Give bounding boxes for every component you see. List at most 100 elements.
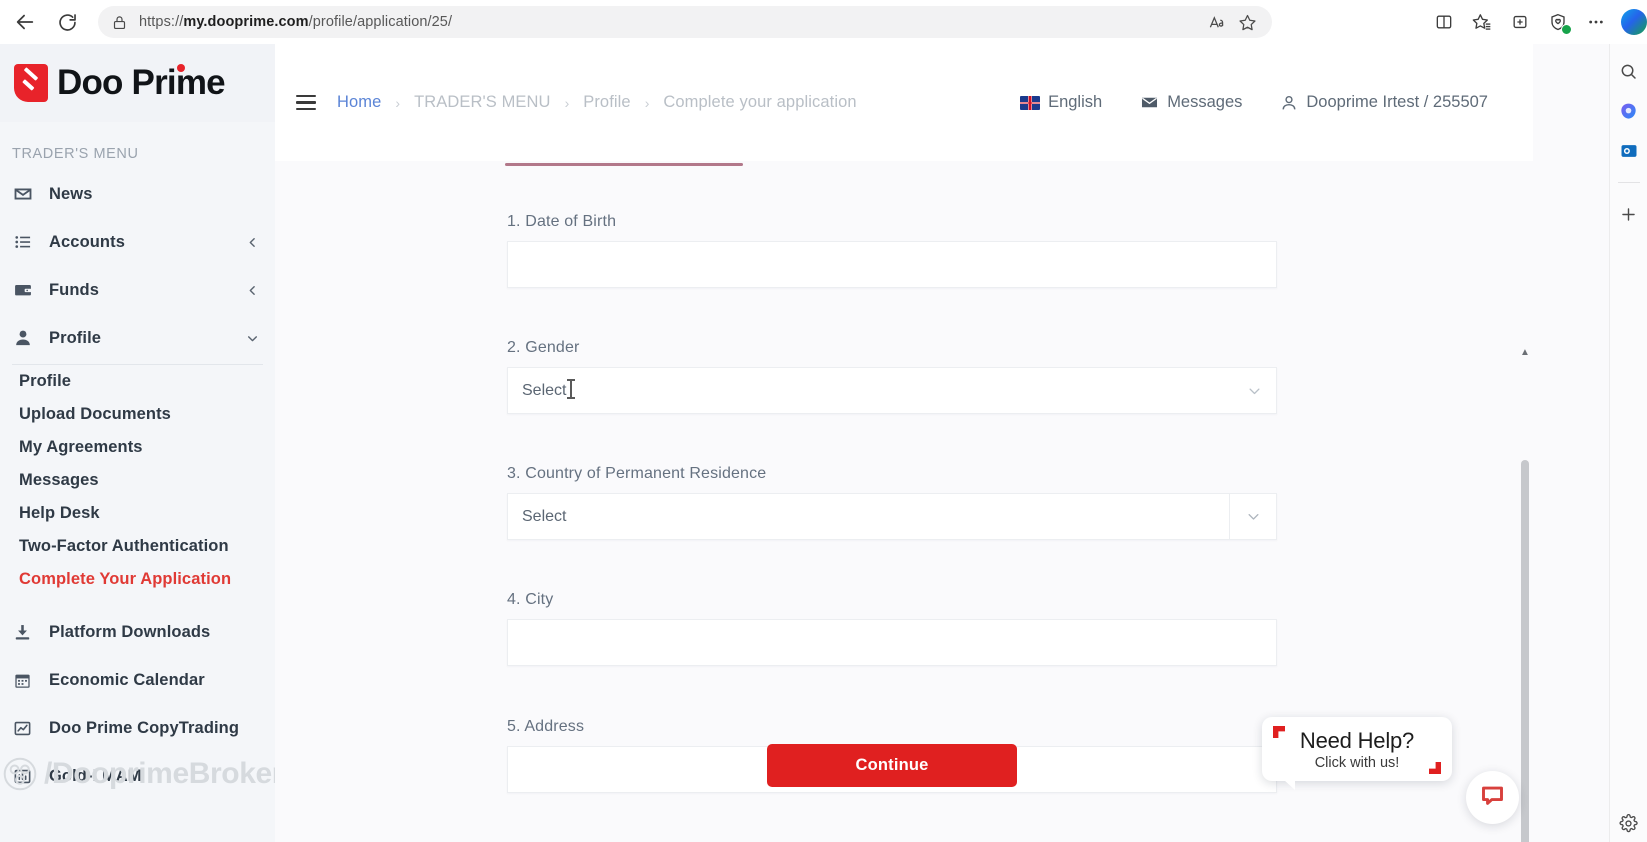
sidebar-subitem-profile[interactable]: Profile: [0, 365, 275, 398]
continue-button[interactable]: Continue: [767, 744, 1017, 787]
sidebar-item-label: Funds: [49, 280, 99, 299]
download-icon: [13, 623, 39, 642]
country-select[interactable]: Select: [507, 493, 1277, 540]
account-menu[interactable]: Dooprime Irtest / 255507: [1261, 93, 1507, 112]
page-scrollbar[interactable]: ▲ ▼: [1517, 278, 1533, 842]
sidebar-subitem-messages[interactable]: Messages: [0, 464, 275, 497]
sidebar: Doo Prime TRADER'S MENU News Accounts Fu…: [0, 44, 275, 842]
language-label: English: [1048, 93, 1103, 111]
copilot-icon[interactable]: [1616, 98, 1642, 124]
chat-bubble-icon: [1479, 782, 1506, 814]
language-selector[interactable]: English: [1001, 93, 1121, 112]
brand-logo[interactable]: Doo Prime: [0, 44, 275, 122]
page-viewport: Doo Prime TRADER'S MENU News Accounts Fu…: [0, 44, 1609, 842]
sidebar-item-gold-i-mam[interactable]: Gold-I MAM: [0, 752, 275, 800]
sidebar-subitem-upload-documents[interactable]: Upload Documents: [0, 398, 275, 431]
sidebar-item-platform-downloads[interactable]: Platform Downloads: [0, 608, 275, 656]
search-icon[interactable]: [1616, 58, 1642, 84]
breadcrumb-item-home[interactable]: Home: [337, 93, 381, 112]
hamburger-menu-icon[interactable]: [289, 86, 323, 120]
collections-icon[interactable]: [1501, 5, 1539, 39]
user-icon: [13, 328, 39, 348]
text-cursor-icon: [567, 379, 575, 399]
add-icon[interactable]: [1616, 201, 1642, 227]
form-actions: Continue: [507, 744, 1277, 787]
chart-line-icon: [13, 719, 39, 738]
scrollbar-thumb[interactable]: ▲ ▼: [1520, 348, 1530, 842]
sidebar-subitem-my-agreements[interactable]: My Agreements: [0, 431, 275, 464]
header-actions: English Messages Dooprime Irtest / 25550…: [1001, 93, 1507, 112]
quote-mark-icon: [1273, 726, 1285, 738]
field-label: 5. Address: [507, 718, 585, 735]
date-of-birth-input[interactable]: [507, 241, 1277, 288]
envelope-icon: [1140, 93, 1159, 112]
scroll-up-arrow-icon[interactable]: ▲: [1520, 348, 1530, 358]
need-help-tooltip[interactable]: Need Help? Click with us!: [1262, 717, 1452, 790]
field-date-of-birth: 1. Date of Birth: [507, 213, 1277, 288]
back-arrow-icon[interactable]: [8, 5, 42, 39]
sidebar-item-label: Gold-I MAM: [49, 766, 142, 785]
user-icon: [1280, 94, 1298, 112]
profile-avatar-icon[interactable]: [1621, 9, 1647, 35]
more-ellipsis-icon[interactable]: [1577, 5, 1615, 39]
browser-toolbar: https://my.dooprime.com/profile/applicat…: [0, 0, 1647, 44]
breadcrumb-item-complete-your-application: Complete your application: [663, 93, 857, 111]
sidebar-subitem-two-factor-authentication[interactable]: Two-Factor Authentication: [0, 530, 275, 563]
application-form: 1. Date of Birth 2. Gender Select 3. Cou…: [507, 213, 1277, 793]
divider: [1617, 182, 1640, 183]
messages-link[interactable]: Messages: [1121, 93, 1261, 112]
sidebar-item-news[interactable]: News: [0, 170, 275, 218]
sidebar-item-label: Doo Prime CopyTrading: [49, 718, 240, 737]
field-label: 1. Date of Birth: [507, 213, 617, 230]
sidebar-subitem-complete-your-application[interactable]: Complete Your Application: [0, 563, 275, 596]
breadcrumb: Home › TRADER'S MENU › Profile › Complet…: [337, 93, 1001, 112]
breadcrumb-separator: ›: [644, 94, 650, 111]
city-input[interactable]: [507, 619, 1277, 666]
chevron-down-icon[interactable]: [1229, 494, 1276, 539]
account-label: Dooprime Irtest / 255507: [1306, 93, 1488, 111]
field-label: 3. Country of Permanent Residence: [507, 465, 767, 482]
sidebar-subitem-help-desk[interactable]: Help Desk: [0, 497, 275, 530]
breadcrumb-separator: ›: [564, 94, 570, 111]
quote-mark-icon: [1429, 762, 1441, 774]
need-help-title: Need Help?: [1299, 727, 1415, 753]
active-tab-underline: [505, 163, 743, 166]
field-label: 2. Gender: [507, 339, 580, 356]
breadcrumb-item-profile[interactable]: Profile: [583, 93, 630, 112]
sidebar-item-label: Accounts: [49, 232, 125, 251]
reload-icon[interactable]: [50, 5, 84, 39]
url-text: https://my.dooprime.com/profile/applicat…: [139, 14, 453, 30]
chat-launcher-button[interactable]: [1466, 771, 1519, 824]
breadcrumb-item-traders-menu[interactable]: TRADER'S MENU: [414, 93, 550, 112]
sidebar-section-title: TRADER'S MENU: [12, 146, 139, 162]
outlook-icon[interactable]: [1616, 138, 1642, 164]
wallet-icon: [13, 280, 39, 300]
chevron-down-icon: [246, 332, 259, 345]
read-aloud-icon[interactable]: [1202, 7, 1232, 37]
lock-icon: [112, 15, 127, 30]
field-gender: 2. Gender Select: [507, 339, 1277, 414]
sidebar-item-profile[interactable]: Profile: [0, 314, 275, 362]
sidebar-item-economic-calendar[interactable]: Economic Calendar: [0, 656, 275, 704]
address-bar[interactable]: https://my.dooprime.com/profile/applicat…: [98, 6, 1272, 38]
uk-flag-icon: [1020, 95, 1041, 110]
settings-gear-icon[interactable]: [1616, 810, 1642, 836]
calendar-icon: [13, 671, 39, 690]
brand-name: Doo Prime: [57, 63, 226, 102]
sidebar-item-label: Profile: [49, 328, 102, 347]
messages-label: Messages: [1167, 93, 1243, 111]
chevron-left-icon: [246, 236, 259, 249]
favorites-icon[interactable]: [1463, 5, 1501, 39]
need-help-subtitle: Click with us!: [1314, 754, 1400, 771]
shield-heart-icon[interactable]: [1539, 5, 1577, 39]
star-icon[interactable]: [1232, 7, 1262, 37]
breadcrumb-separator: ›: [395, 94, 401, 111]
sidebar-item-label: Economic Calendar: [49, 670, 205, 689]
page-header: Home › TRADER'S MENU › Profile › Complet…: [275, 44, 1533, 161]
sidebar-item-doo-prime-copytrading[interactable]: Doo Prime CopyTrading: [0, 704, 275, 752]
sidebar-item-accounts[interactable]: Accounts: [0, 218, 275, 266]
gender-select[interactable]: Select: [507, 367, 1277, 414]
field-country-of-permanent-residence: 3. Country of Permanent Residence Select: [507, 465, 1277, 540]
sidebar-item-funds[interactable]: Funds: [0, 266, 275, 314]
split-screen-icon[interactable]: [1425, 5, 1463, 39]
